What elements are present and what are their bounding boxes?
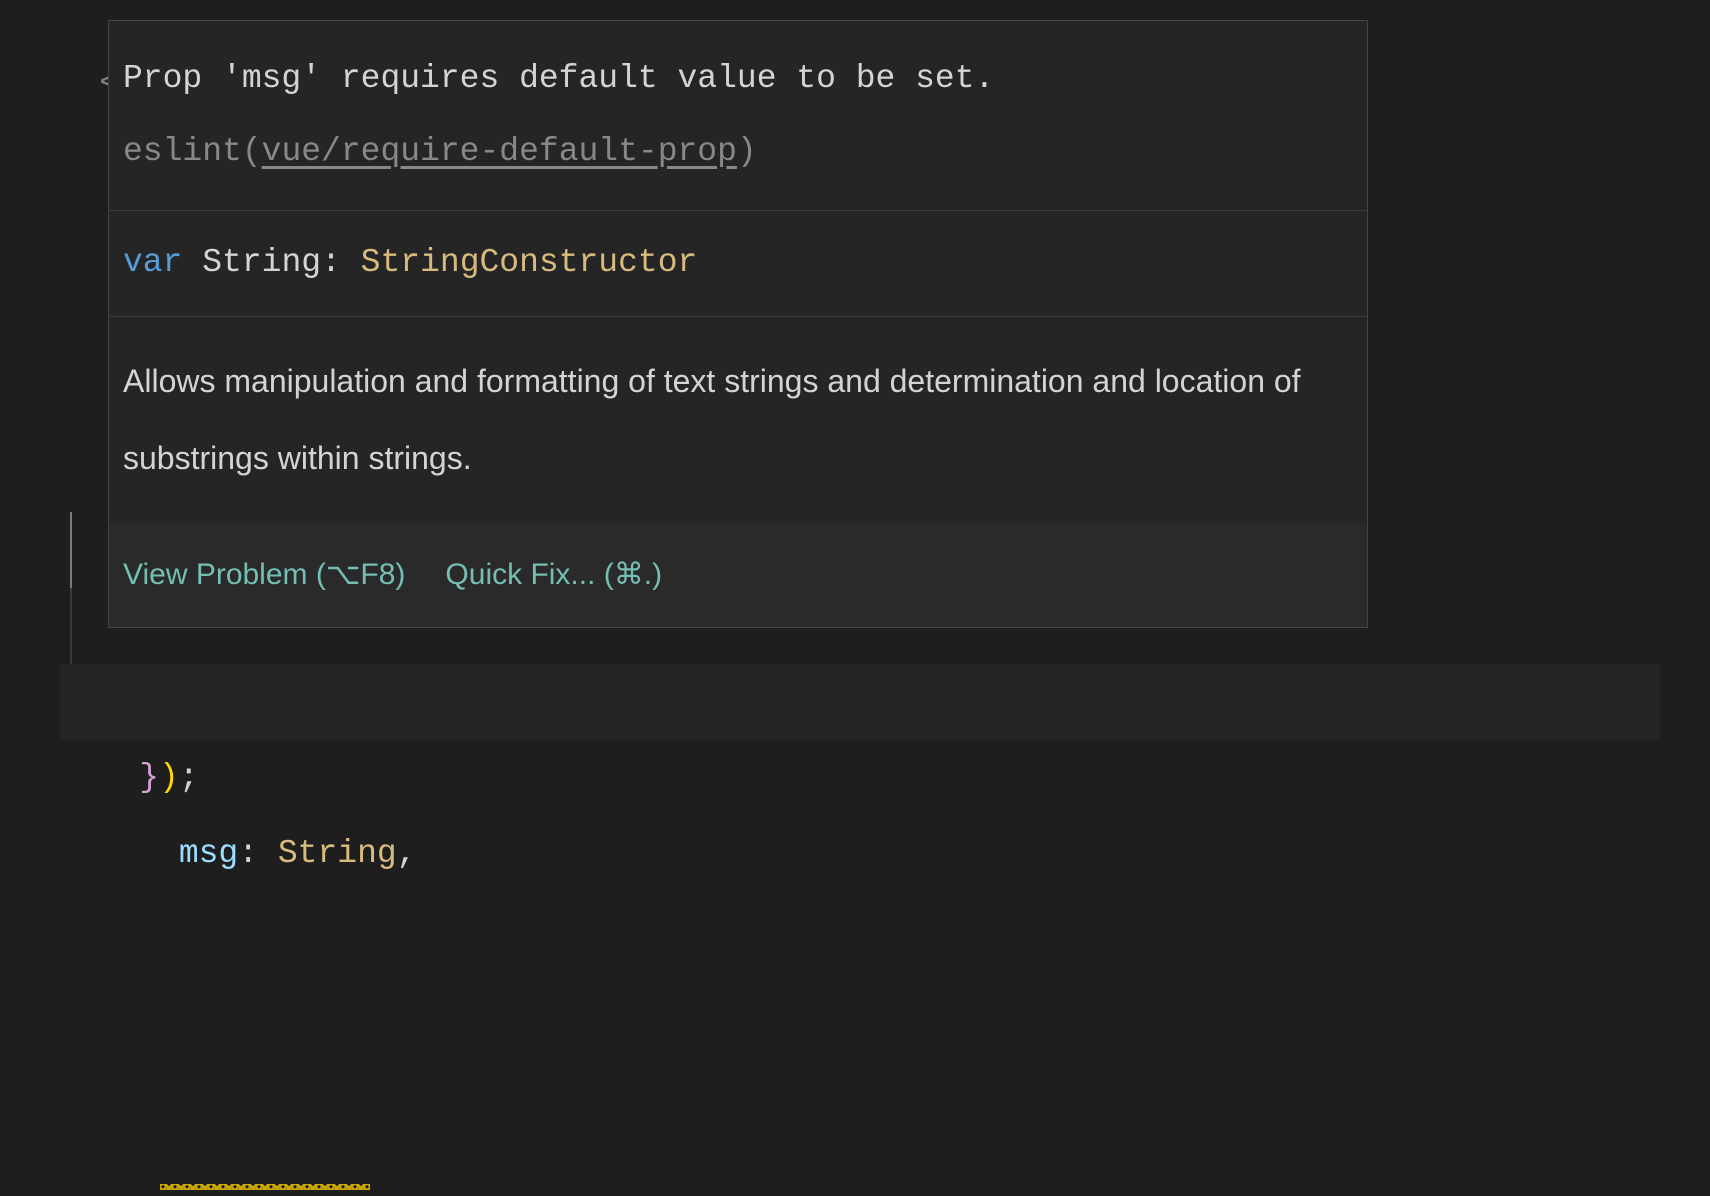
hover-tooltip: Prop 'msg' requires default value to be … (108, 20, 1368, 628)
indent-guide (70, 512, 72, 588)
diagnostic-message: Prop 'msg' requires default value to be … (123, 60, 994, 97)
type-name: String (278, 835, 397, 872)
colon: : (238, 835, 278, 872)
sig-name: String (202, 244, 321, 281)
semicolon: ; (179, 759, 199, 796)
line-highlight (60, 664, 1660, 740)
view-problem-button[interactable]: View Problem (⌥F8) (123, 537, 405, 613)
diagnostic-rule-link[interactable]: vue/require-default-prop (262, 133, 737, 170)
sig-type: StringConstructor (361, 244, 698, 281)
var-keyword: var (123, 244, 182, 281)
signature-section: var String: StringConstructor (109, 211, 1367, 317)
diagnostic-source: eslint( (123, 133, 262, 170)
sig-colon: : (321, 244, 361, 281)
documentation-text: Allows manipulation and formatting of te… (123, 363, 1301, 476)
code-line: }); (60, 588, 199, 892)
closing-paren: ) (159, 759, 179, 796)
diagnostic-section: Prop 'msg' requires default value to be … (109, 21, 1367, 211)
hover-actions-bar: View Problem (⌥F8) Quick Fix... (⌘.) (109, 523, 1367, 627)
closing-brace: } (139, 759, 159, 796)
quick-fix-button[interactable]: Quick Fix... (⌘.) (445, 537, 662, 613)
comma: , (397, 835, 417, 872)
indent-guide (70, 588, 72, 664)
documentation-section: Allows manipulation and formatting of te… (109, 317, 1367, 523)
warning-squiggle (160, 1184, 370, 1190)
